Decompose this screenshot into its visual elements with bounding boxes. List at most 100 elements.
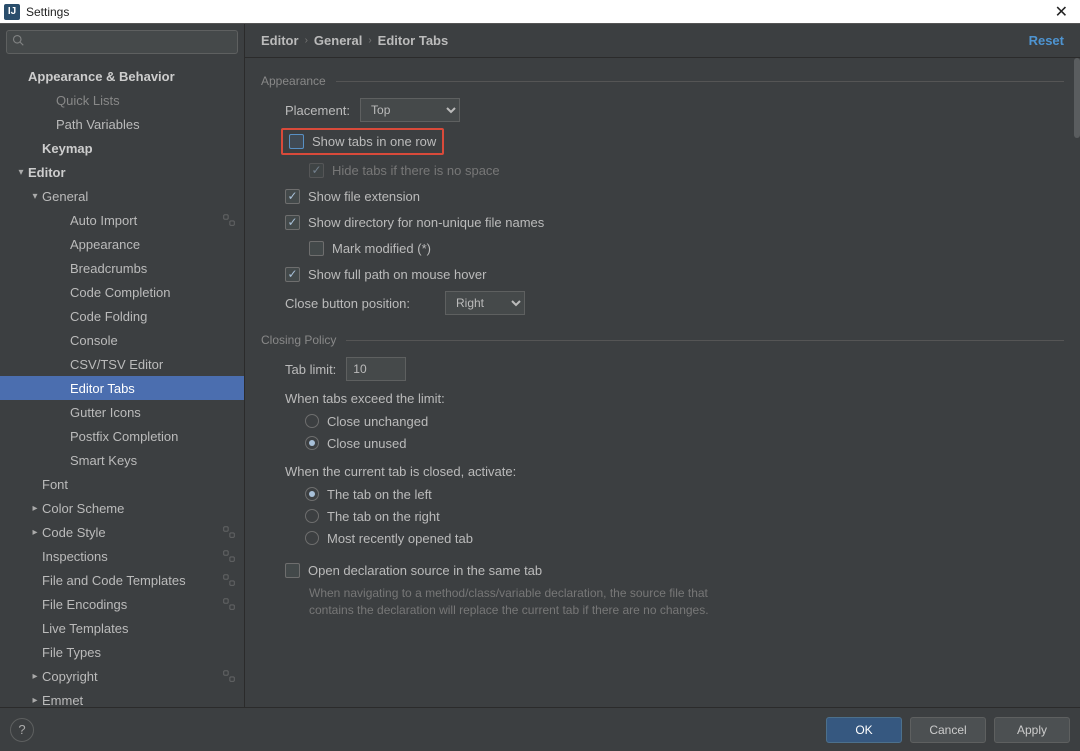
help-button[interactable]: ?	[10, 718, 34, 742]
sidebar-item-color-scheme[interactable]: ▸Color Scheme	[0, 496, 244, 520]
radio-tab-right[interactable]: The tab on the right	[305, 505, 1064, 527]
sidebar-item-copyright[interactable]: ▸Copyright	[0, 664, 244, 688]
sidebar-item-inspections[interactable]: Inspections	[0, 544, 244, 568]
dialog-footer: ? OK Cancel Apply	[0, 707, 1080, 751]
sidebar-item-label: Path Variables	[56, 117, 236, 132]
section-closing-label: Closing Policy	[261, 333, 336, 347]
sidebar-item-label: Keymap	[42, 141, 236, 156]
sidebar-item-appearance[interactable]: Appearance	[0, 232, 244, 256]
placement-select[interactable]: Top	[360, 98, 460, 122]
checkbox-show-ext-label: Show file extension	[308, 189, 420, 204]
radio-close-unchanged[interactable]: Close unchanged	[305, 410, 1064, 432]
chevron-right-icon[interactable]: ▸	[28, 527, 42, 538]
radio-tab-right-label: The tab on the right	[327, 509, 440, 524]
sidebar-item-label: Code Folding	[70, 309, 236, 324]
chevron-down-icon[interactable]: ▾	[14, 167, 28, 178]
breadcrumb: Editor › General › Editor Tabs Reset	[245, 24, 1080, 58]
sidebar-item-label: Smart Keys	[70, 453, 236, 468]
checkbox-one-row-label: Show tabs in one row	[312, 134, 436, 149]
close-icon[interactable]: ✕	[1047, 2, 1076, 22]
crumb-editor[interactable]: Editor	[261, 33, 299, 48]
sidebar-item-code-folding[interactable]: Code Folding	[0, 304, 244, 328]
placement-label: Placement:	[285, 103, 350, 118]
radio-tab-recent-label: Most recently opened tab	[327, 531, 473, 546]
sidebar-item-appearance-behavior[interactable]: Appearance & Behavior	[0, 64, 244, 88]
sidebar-item-label: File Types	[42, 645, 236, 660]
tab-limit-label: Tab limit:	[285, 362, 336, 377]
sidebar-item-emmet[interactable]: ▸Emmet	[0, 688, 244, 707]
search-input[interactable]	[6, 30, 238, 54]
chevron-right-icon: ›	[368, 35, 371, 46]
sidebar-item-breadcrumbs[interactable]: Breadcrumbs	[0, 256, 244, 280]
sidebar-item-font[interactable]: Font	[0, 472, 244, 496]
crumb-editor-tabs: Editor Tabs	[378, 33, 449, 48]
cancel-button[interactable]: Cancel	[910, 717, 986, 743]
sidebar-item-label: Code Style	[42, 525, 216, 540]
close-pos-select[interactable]: Right	[445, 291, 525, 315]
sidebar-item-label: Console	[70, 333, 236, 348]
section-appearance: Appearance	[261, 74, 1064, 88]
sidebar-item-label: Editor Tabs	[70, 381, 236, 396]
sidebar-item-code-completion[interactable]: Code Completion	[0, 280, 244, 304]
settings-content: Editor › General › Editor Tabs Reset App…	[245, 24, 1080, 707]
checkbox-show-ext[interactable]	[285, 189, 300, 204]
radio-close-unused[interactable]: Close unused	[305, 432, 1064, 454]
scrollbar-vertical[interactable]	[1074, 58, 1080, 138]
chevron-right-icon[interactable]: ▸	[28, 671, 42, 682]
sidebar-item-keymap[interactable]: Keymap	[0, 136, 244, 160]
chevron-right-icon[interactable]: ▸	[28, 503, 42, 514]
ok-button[interactable]: OK	[826, 717, 902, 743]
chevron-right-icon: ›	[305, 35, 308, 46]
checkbox-mark-modified[interactable]	[309, 241, 324, 256]
highlight-show-tabs-one-row: Show tabs in one row	[281, 128, 444, 155]
sidebar-item-editor[interactable]: ▾Editor	[0, 160, 244, 184]
sidebar-item-postfix-completion[interactable]: Postfix Completion	[0, 424, 244, 448]
radio-tab-recent[interactable]: Most recently opened tab	[305, 527, 1064, 549]
sidebar-item-file-encodings[interactable]: File Encodings	[0, 592, 244, 616]
settings-tree[interactable]: Appearance & Behavior Quick Lists Path Var…	[0, 60, 244, 707]
sidebar-item-general[interactable]: ▾General	[0, 184, 244, 208]
sidebar-item-label: Appearance	[70, 237, 236, 252]
sidebar-item-label: Font	[42, 477, 236, 492]
sidebar-item-label: File and Code Templates	[42, 573, 216, 588]
chevron-right-icon[interactable]: ▸	[28, 695, 42, 706]
checkbox-show-dir-label: Show directory for non-unique file names	[308, 215, 544, 230]
checkbox-open-decl[interactable]	[285, 563, 300, 578]
chevron-down-icon[interactable]: ▾	[28, 191, 42, 202]
apply-button[interactable]: Apply	[994, 717, 1070, 743]
sidebar-item-label: Quick Lists	[56, 93, 236, 108]
sidebar-item-console[interactable]: Console	[0, 328, 244, 352]
sidebar-item-csv-tsv-editor[interactable]: CSV/TSV Editor	[0, 352, 244, 376]
tab-limit-input[interactable]	[346, 357, 406, 381]
checkbox-show-dir[interactable]	[285, 215, 300, 230]
radio-tab-left-label: The tab on the left	[327, 487, 432, 502]
sidebar-item-label: General	[42, 189, 236, 204]
sidebar-item-label: Copyright	[42, 669, 216, 684]
sidebar-item-smart-keys[interactable]: Smart Keys	[0, 448, 244, 472]
reset-link[interactable]: Reset	[1029, 33, 1064, 48]
sidebar-item-gutter-icons[interactable]: Gutter Icons	[0, 400, 244, 424]
sidebar-item-file-types[interactable]: File Types	[0, 640, 244, 664]
sidebar-item-quick-lists[interactable]: Quick Lists	[0, 88, 244, 112]
closed-activate-label: When the current tab is closed, activate…	[285, 464, 1064, 479]
sidebar-item-editor-tabs[interactable]: Editor Tabs	[0, 376, 244, 400]
checkbox-one-row[interactable]	[289, 134, 304, 149]
sidebar-item-code-style[interactable]: ▸Code Style	[0, 520, 244, 544]
sidebar-item-auto-import[interactable]: Auto Import	[0, 208, 244, 232]
sidebar-item-label: Appearance & Behavior	[28, 69, 236, 84]
sidebar-item-live-templates[interactable]: Live Templates	[0, 616, 244, 640]
settings-sidebar: Appearance & Behavior Quick Lists Path Var…	[0, 24, 245, 707]
sidebar-item-label: Postfix Completion	[70, 429, 236, 444]
search-icon	[12, 34, 24, 46]
sidebar-item-label: Inspections	[42, 549, 216, 564]
sidebar-item-label: Breadcrumbs	[70, 261, 236, 276]
checkbox-full-path[interactable]	[285, 267, 300, 282]
sidebar-item-path-variables[interactable]: Path Variables	[0, 112, 244, 136]
sidebar-item-label: Code Completion	[70, 285, 236, 300]
window-titlebar: IJ Settings ✕	[0, 0, 1080, 24]
sidebar-item-label: File Encodings	[42, 597, 216, 612]
crumb-general[interactable]: General	[314, 33, 362, 48]
sidebar-item-file-and-code-templates[interactable]: File and Code Templates	[0, 568, 244, 592]
checkbox-mark-modified-label: Mark modified (*)	[332, 241, 431, 256]
radio-tab-left[interactable]: The tab on the left	[305, 483, 1064, 505]
